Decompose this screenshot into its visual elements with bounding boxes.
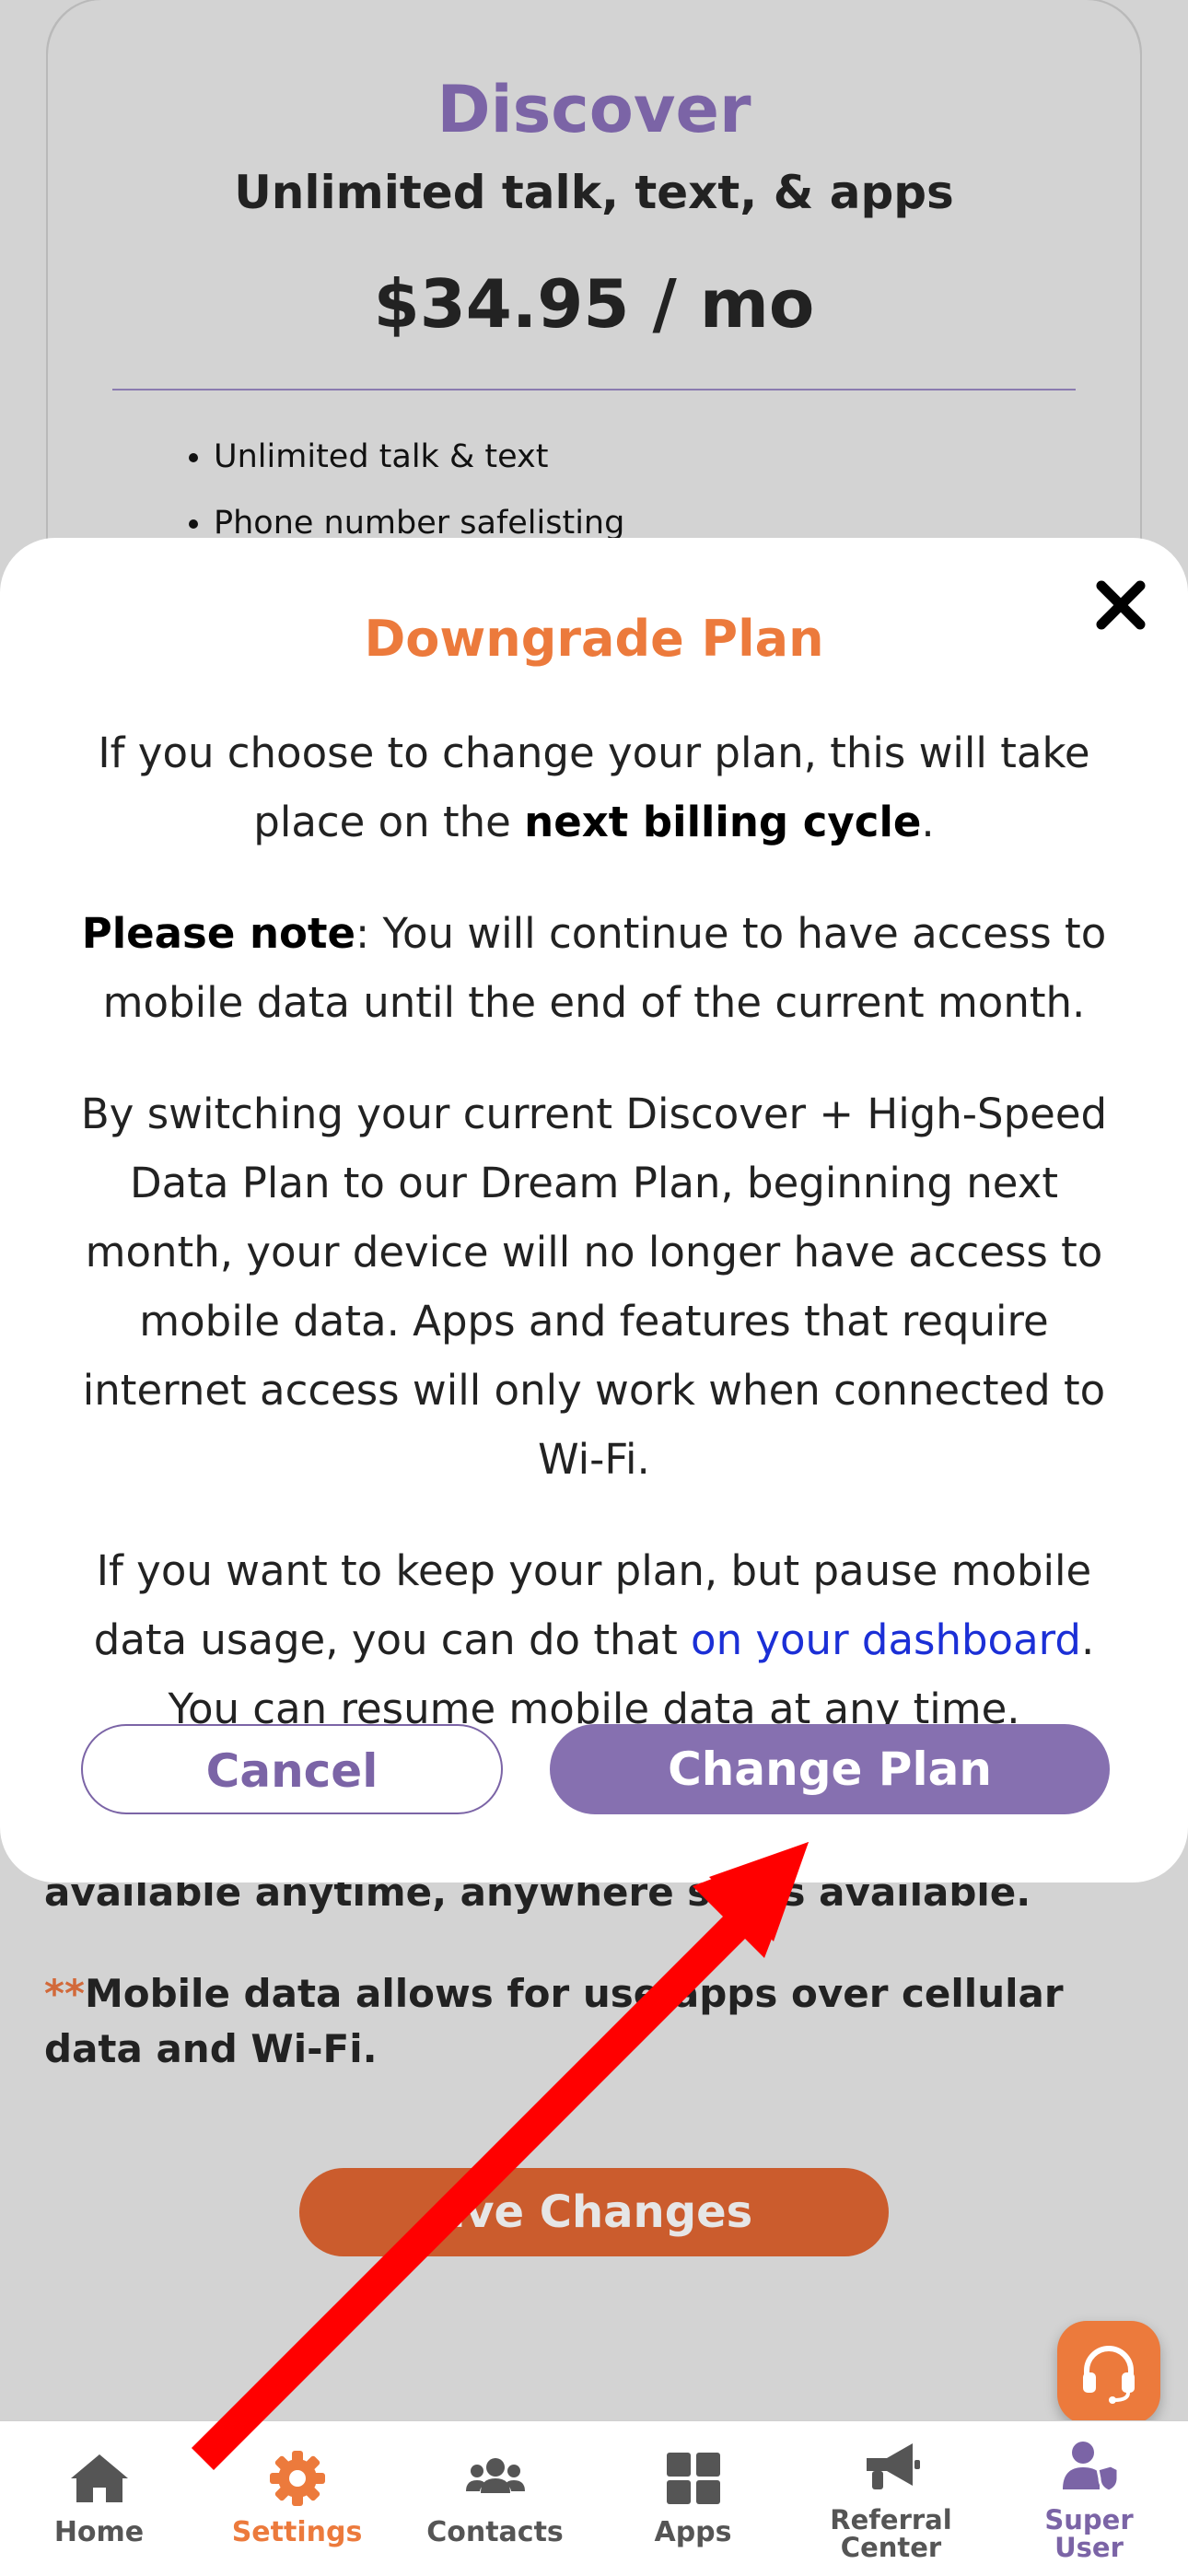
plan-divider	[112, 389, 1076, 390]
cancel-button[interactable]: Cancel	[81, 1724, 503, 1814]
modal-body: If you choose to change your plan, this …	[55, 718, 1133, 1786]
nav-label-contacts: Contacts	[426, 2516, 564, 2548]
nav-item-super-user[interactable]: Super User	[990, 2421, 1188, 2576]
home-icon	[70, 2454, 128, 2502]
mobile-data-note-text: Mobile data allows for use apps over cel…	[44, 1971, 1064, 2071]
change-plan-button[interactable]: Change Plan	[550, 1724, 1110, 1814]
plan-name: Discover	[437, 72, 751, 147]
please-note-label: Please note	[81, 909, 355, 958]
nav-item-apps[interactable]: Apps	[594, 2421, 792, 2576]
nav-label-home: Home	[53, 2516, 145, 2548]
billing-cycle-emphasis: next billing cycle	[524, 798, 922, 846]
contacts-icon	[465, 2458, 525, 2493]
nav-label-referral-center: Referral Center	[830, 2504, 952, 2563]
gear-icon	[269, 2451, 325, 2506]
support-button[interactable]	[1057, 2321, 1160, 2424]
nav-item-referral-center[interactable]: Referral Center	[792, 2421, 990, 2576]
modal-title: Downgrade Plan	[364, 610, 824, 668]
pause-data-paragraph: If you want to keep your plan, but pause…	[55, 1536, 1133, 1743]
plan-price: $34.95 / mo	[373, 265, 815, 343]
headset-icon	[1083, 2346, 1135, 2404]
nav-item-contacts[interactable]: Contacts	[396, 2421, 594, 2576]
nav-label-apps: Apps	[654, 2516, 732, 2548]
megaphone-icon	[866, 2443, 920, 2489]
nav-label-super-user: Super User	[1044, 2504, 1134, 2563]
nav-label-settings: Settings	[231, 2516, 363, 2548]
nav-item-home[interactable]: Home	[0, 2421, 198, 2576]
plan-feature-item: Unlimited talk & text	[214, 433, 624, 499]
bottom-nav: Home Settings Contacts Apps Referral Cen…	[0, 2420, 1188, 2576]
billing-text-end: .	[921, 798, 935, 846]
note-stars: **	[44, 1971, 85, 2016]
plan-tagline: Unlimited talk, text, & apps	[234, 166, 954, 219]
nav-item-settings[interactable]: Settings	[198, 2421, 396, 2576]
super-user-icon	[1062, 2442, 1119, 2493]
billing-cycle-paragraph: If you choose to change your plan, this …	[55, 718, 1133, 857]
data-warning-paragraph: By switching your current Discover + Hig…	[80, 1090, 1108, 1484]
please-note-paragraph: Please note: You will continue to have a…	[55, 899, 1133, 1037]
downgrade-plan-modal: Downgrade Plan If you choose to change y…	[0, 538, 1188, 1882]
save-changes-button[interactable]: ave Changes	[299, 2168, 889, 2256]
apps-grid-icon	[666, 2453, 720, 2504]
mobile-data-note: **Mobile data allows for use apps over c…	[44, 1966, 1131, 2077]
dashboard-link[interactable]: on your dashboard	[691, 1615, 1081, 1664]
